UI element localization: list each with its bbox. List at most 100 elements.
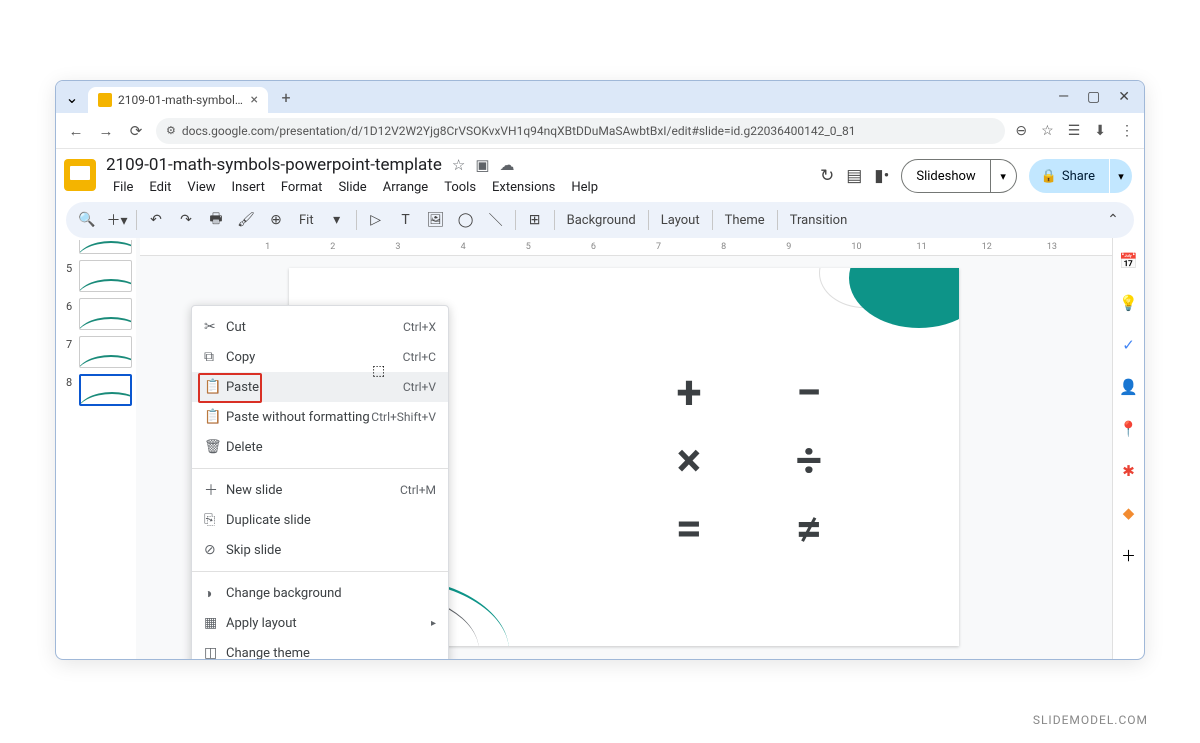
textbox-icon[interactable]: T [393,207,419,233]
keep-icon[interactable]: 💡 [1120,294,1138,312]
meet-icon[interactable]: ▮• [874,166,889,186]
tab-title: 2109-01-math-symbols-power [118,93,245,107]
maximize-icon[interactable]: ▢ [1087,89,1100,105]
list-icon[interactable]: ☰ [1068,123,1081,139]
ctx-apply-layout[interactable]: ▦Apply layout▸ [192,608,448,638]
lock-icon: 🔒 [1041,169,1057,184]
select-tool-icon[interactable]: ▷ [363,207,389,233]
comment-insert-icon[interactable]: ⊞ [522,207,548,233]
layout-button[interactable]: Layout [655,213,706,228]
watermark: SLIDEMODEL.COM [1033,713,1148,727]
line-icon[interactable]: ＼ [483,207,509,233]
thumbnail-slide-7[interactable] [79,336,132,368]
tasks-icon[interactable]: ✓ [1120,336,1138,354]
calendar-icon[interactable]: 📅 [1120,252,1138,270]
ctx-delete[interactable]: 🗑Delete [192,432,448,462]
new-tab-button[interactable]: + [274,85,298,109]
ctx-duplicate-slide[interactable]: ⎘Duplicate slide [192,505,448,535]
ctx-cut[interactable]: ✂CutCtrl+X [192,312,448,342]
contacts-icon[interactable]: 👤 [1120,378,1138,396]
star-icon[interactable]: ☆ [1041,123,1054,139]
decoration [849,268,959,328]
background-button[interactable]: Background [561,213,642,228]
slideshow-button[interactable]: Slideshow [901,159,990,193]
close-tab-icon[interactable]: × [251,92,258,108]
slideshow-dropdown-icon[interactable]: ▾ [991,159,1017,193]
share-button[interactable]: 🔒 Share [1029,159,1109,193]
search-menus-icon[interactable]: 🔍 [74,207,100,233]
address-icons: ⊖ ☆ ☰ ⬇ ⋮ [1015,123,1134,139]
thumbnail-slide-8[interactable] [79,374,132,406]
ctx-paste[interactable]: 📋PasteCtrl+V [192,372,448,402]
ctx-change-theme[interactable]: ◫Change theme [192,638,448,660]
zoom-icon[interactable]: ⊖ [1015,123,1027,139]
maps-icon[interactable]: 📍 [1120,420,1138,438]
cloud-icon[interactable]: ☁ [500,156,515,174]
menu-slide[interactable]: Slide [331,177,373,198]
shape-icon[interactable]: ◯ [453,207,479,233]
favicon-icon [98,93,112,107]
get-addons-icon[interactable]: ＋ [1120,546,1138,564]
menu-extensions[interactable]: Extensions [485,177,562,198]
back-icon[interactable]: ← [66,122,86,140]
menu-tools[interactable]: Tools [437,177,483,198]
menu-arrange[interactable]: Arrange [376,177,435,198]
theme-button[interactable]: Theme [719,213,771,228]
menu-edit[interactable]: Edit [142,177,178,198]
zoom-drop-icon[interactable]: ▾ [324,207,350,233]
thumbnail-partial[interactable] [79,240,132,254]
thumbnail-slide-5[interactable] [79,260,132,292]
image-icon[interactable]: 🖼 [423,207,449,233]
comments-icon[interactable]: ▤ [846,166,862,186]
site-info-icon[interactable]: ⚙ [166,124,176,137]
ctx-copy[interactable]: ⧉CopyCtrl+C [192,342,448,372]
paint-format-icon[interactable]: 🖌 [233,207,259,233]
doc-title[interactable]: 2109-01-math-symbols-powerpoint-template [106,155,442,175]
url-text: docs.google.com/presentation/d/1D12V2W2Y… [182,124,856,138]
more-icon[interactable]: ⋮ [1120,123,1134,139]
print-icon[interactable]: 🖶 [203,207,229,233]
history-icon[interactable]: ↻ [820,166,834,186]
menu-format[interactable]: Format [274,177,330,198]
menu-view[interactable]: View [180,177,222,198]
math-symbol[interactable]: ≠ [769,504,849,554]
menu-help[interactable]: Help [564,177,605,198]
addon2-icon[interactable]: ◆ [1120,504,1138,522]
slides-logo-icon[interactable] [64,159,96,191]
browser-tab[interactable]: 2109-01-math-symbols-power × [88,87,268,113]
share-dropdown-icon[interactable]: ▾ [1110,159,1132,193]
star-doc-icon[interactable]: ☆ [452,156,465,174]
ctx-new-slide[interactable]: ＋New slideCtrl+M [192,475,448,505]
forward-icon[interactable]: → [96,122,116,140]
ctx-skip-slide[interactable]: ⊘Skip slide [192,535,448,565]
redo-icon[interactable]: ↷ [173,207,199,233]
menu-insert[interactable]: Insert [225,177,272,198]
addon1-icon[interactable]: ✱ [1120,462,1138,480]
undo-icon[interactable]: ↶ [143,207,169,233]
tab-bar: ⌄ 2109-01-math-symbols-power × + — ▢ ✕ [56,81,1144,113]
minimize-icon[interactable]: — [1058,89,1069,105]
window-controls: — ▢ ✕ [1058,89,1140,105]
transition-button[interactable]: Transition [784,213,854,228]
side-panel: 📅 💡 ✓ 👤 📍 ✱ ◆ ＋ [1112,238,1144,660]
new-slide-icon[interactable]: ＋▾ [104,207,130,233]
ctx-paste-without-formatting[interactable]: 📋Paste without formattingCtrl+Shift+V [192,402,448,432]
download-icon[interactable]: ⬇ [1094,123,1106,139]
move-icon[interactable]: ▣ [475,156,489,174]
reload-icon[interactable]: ⟳ [126,122,146,140]
zoom-tool-icon[interactable]: ⊕ [263,207,289,233]
close-window-icon[interactable]: ✕ [1118,89,1130,105]
browser-window: ⌄ 2109-01-math-symbols-power × + — ▢ ✕ ←… [55,80,1145,660]
zoom-fit[interactable]: Fit [293,213,320,228]
math-symbol[interactable]: × [649,436,729,486]
tab-search-chevron[interactable]: ⌄ [60,85,84,109]
math-symbol[interactable]: + [649,368,729,418]
ctx-change-background[interactable]: ◑Change background [192,578,448,608]
collapse-toolbar-icon[interactable]: ⌃ [1100,207,1126,233]
thumbnail-slide-6[interactable] [79,298,132,330]
math-symbol[interactable]: = [649,504,729,554]
menu-file[interactable]: File [106,177,140,198]
math-symbol[interactable]: ÷ [769,436,849,486]
math-symbol[interactable]: − [769,368,849,418]
url-input[interactable]: ⚙ docs.google.com/presentation/d/1D12V2W… [156,118,1005,144]
